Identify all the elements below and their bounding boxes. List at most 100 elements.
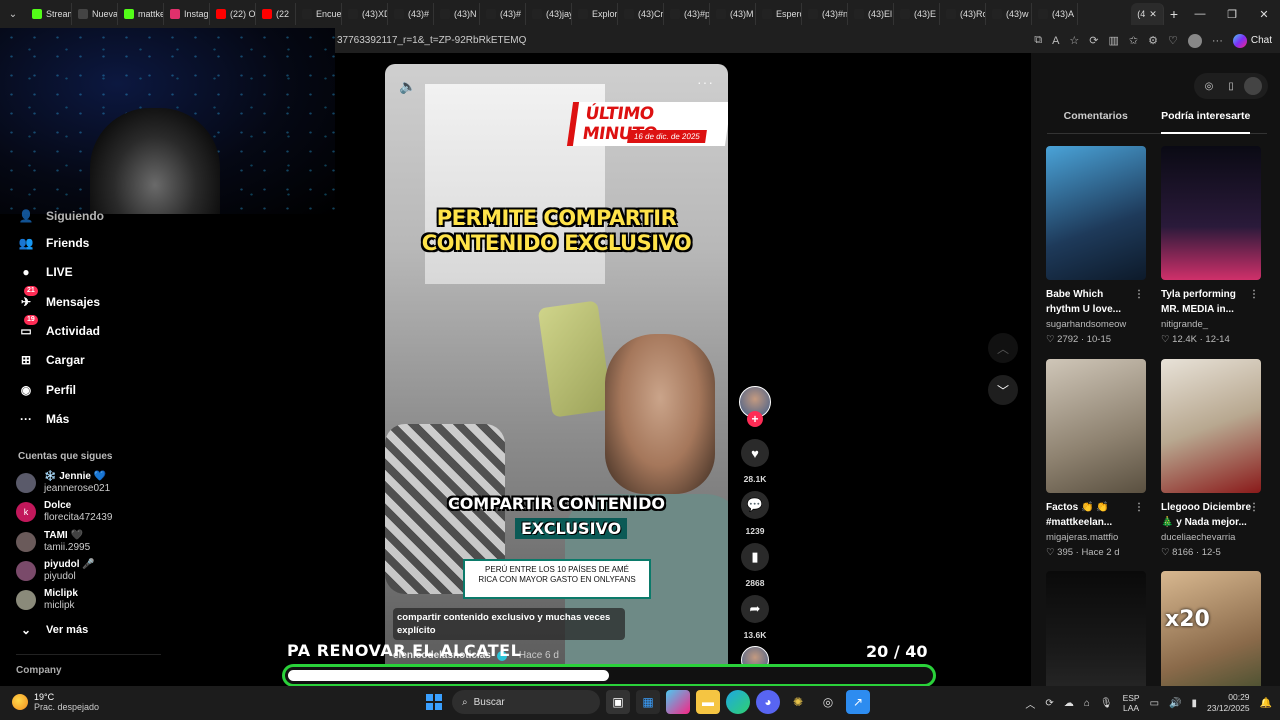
browser-tab[interactable]: (43)XD: [342, 3, 389, 25]
card-title[interactable]: Llegooo Diciembre 🎄 y Nada mejor... ⋮: [1161, 500, 1261, 530]
company-link[interactable]: Company: [16, 665, 62, 676]
copilot-app-icon[interactable]: [666, 690, 690, 714]
recommended-video-card[interactable]: Llegooo Diciembre 🎄 y Nada mejor... ⋮ duce…: [1161, 359, 1261, 558]
video-description[interactable]: compartir contenido exclusivo y muchas v…: [393, 608, 625, 640]
kebab-menu-icon[interactable]: ⋮: [1134, 500, 1144, 515]
browser-tab[interactable]: Encue: [296, 3, 343, 25]
sidebar-item-friends[interactable]: 👥 Friends: [18, 235, 90, 251]
sidebar-item-perfil[interactable]: ◉ Perfil: [18, 382, 76, 398]
battery-icon[interactable]: ▮: [1191, 698, 1197, 709]
show-hidden-icon[interactable]: ︿: [1025, 696, 1035, 711]
minimize-icon[interactable]: —: [1184, 0, 1216, 28]
maximize-icon[interactable]: ❐: [1216, 0, 1248, 28]
video-thumbnail[interactable]: [1046, 571, 1146, 705]
close-window-icon[interactable]: ✕: [1248, 0, 1280, 28]
recommended-video-card[interactable]: Tyla performing MR. MEDIA in... ⋮ nitigran…: [1161, 146, 1261, 345]
address-bar[interactable]: 37763392117_r=1&_t=ZP-92RbRkETEMQ ⧉ A ☆ …: [335, 28, 1280, 53]
new-tab-button[interactable]: +: [1164, 3, 1184, 25]
browser-tab[interactable]: (43)jay: [526, 3, 573, 25]
tab-comments[interactable]: Comentarios: [1064, 110, 1128, 133]
translate-icon[interactable]: A: [1052, 35, 1059, 47]
following-account[interactable]: TAMI 🖤 tamii.2995: [16, 530, 90, 554]
previous-video-button[interactable]: ︿: [988, 333, 1018, 363]
see-more-button[interactable]: ⌄ Ver más: [18, 622, 88, 638]
browser-tab[interactable]: Espero: [756, 3, 803, 25]
browser-tab[interactable]: (22) O: [210, 3, 256, 25]
browser-tab[interactable]: mattke: [118, 3, 164, 25]
video-thumbnail[interactable]: [1161, 359, 1261, 493]
recommended-video-card[interactable]: [1046, 571, 1146, 705]
app-icon-yellow[interactable]: ✺: [786, 690, 810, 714]
taskbar-search[interactable]: ⌕ Buscar: [452, 690, 600, 714]
browser-tab[interactable]: (43)Cr: [618, 3, 665, 25]
sync-icon[interactable]: ⟳: [1045, 698, 1053, 709]
kebab-menu-icon[interactable]: ⋮: [1249, 287, 1259, 302]
following-account[interactable]: piyudol 🎤 piyudol: [16, 559, 95, 583]
language-indicator[interactable]: ESP LAA: [1123, 693, 1140, 713]
browser-tab[interactable]: (43)#: [388, 3, 435, 25]
windows-start-icon[interactable]: [422, 690, 446, 714]
kebab-menu-icon[interactable]: ⋮: [1134, 287, 1144, 302]
profile-avatar[interactable]: [1187, 33, 1202, 48]
device-icon[interactable]: ▯: [1222, 77, 1240, 95]
card-author[interactable]: duceliaechevarria: [1161, 532, 1261, 543]
tab-recommended[interactable]: Podría interesarte: [1161, 110, 1251, 134]
cloud-icon[interactable]: ☁: [1064, 698, 1074, 709]
next-video-button[interactable]: ﹀: [988, 375, 1018, 405]
notifications-icon[interactable]: 🔔: [1260, 698, 1272, 709]
browser-essentials-icon[interactable]: ♡: [1168, 34, 1178, 47]
browser-tab[interactable]: (43)#: [480, 3, 527, 25]
card-author[interactable]: sugarhandsomeow: [1046, 319, 1146, 330]
sidebar-item-cargar[interactable]: ⊞ Cargar: [18, 352, 85, 368]
video-thumbnail[interactable]: [1046, 146, 1146, 280]
tab-active[interactable]: (4 ✕: [1131, 3, 1164, 25]
browser-tab[interactable]: Nueva: [72, 3, 118, 25]
volume-tray-icon[interactable]: 🔊: [1169, 698, 1181, 709]
display-icon[interactable]: ▭: [1150, 698, 1159, 709]
browser-tab[interactable]: (43)M: [710, 3, 757, 25]
url-text[interactable]: 37763392117_r=1&_t=ZP-92RbRkETEMQ: [335, 35, 1034, 46]
sidebar-item-ms[interactable]: ··· Más: [18, 411, 69, 427]
microphone-icon[interactable]: 🎙: [1100, 698, 1113, 709]
browser-tab[interactable]: Stream: [26, 3, 72, 25]
favorites-icon[interactable]: ✩: [1129, 34, 1138, 47]
sidebar-item-following[interactable]: 👤 Siguiendo: [18, 208, 104, 224]
close-tab-icon[interactable]: ✕: [1149, 9, 1157, 20]
refresh-icon[interactable]: ⟳: [1089, 34, 1098, 47]
share-button[interactable]: ➦: [741, 595, 769, 623]
video-player[interactable]: 🔈 ··· ÚLTIMO MINUTO 16 de dic. de 2025 P…: [385, 64, 728, 676]
clock[interactable]: 00:29 23/12/2025: [1207, 692, 1250, 714]
card-author[interactable]: nitigrande_: [1161, 319, 1261, 330]
app-icon-blue[interactable]: ↗: [846, 690, 870, 714]
install-app-icon[interactable]: ⧉: [1034, 34, 1042, 47]
following-account[interactable]: k Dolce florecita472439: [16, 500, 112, 524]
video-thumbnail[interactable]: [1161, 146, 1261, 280]
copilot-chat-button[interactable]: Chat: [1232, 33, 1272, 48]
discord-icon[interactable]: ◕: [756, 690, 780, 714]
settings-more-icon[interactable]: ···: [1212, 35, 1223, 47]
recommended-video-card[interactable]: Babe Which rhythm U love... ⋮ sugarhandsom…: [1046, 146, 1146, 345]
comment-button[interactable]: 💬: [741, 491, 769, 519]
tab-actions-icon[interactable]: ⌄: [0, 0, 26, 28]
sidebar-item-actividad[interactable]: ▭ 19 Actividad: [18, 314, 100, 339]
obs-icon[interactable]: ◎: [816, 690, 840, 714]
browser-tab[interactable]: Instagr: [164, 3, 210, 25]
browser-tab[interactable]: (43)w: [986, 3, 1033, 25]
browser-tab[interactable]: Explor: [572, 3, 619, 25]
task-view-icon[interactable]: ▣: [606, 690, 630, 714]
browser-tab[interactable]: (43)#p: [664, 3, 711, 25]
card-title[interactable]: Tyla performing MR. MEDIA in... ⋮: [1161, 287, 1261, 317]
sidebar-item-live[interactable]: ● LIVE: [18, 264, 72, 280]
split-screen-icon[interactable]: ▥: [1109, 34, 1119, 47]
browser-tab[interactable]: (43)Ro: [940, 3, 987, 25]
browser-tab[interactable]: (22: [256, 3, 297, 25]
recommended-video-card[interactable]: x20Preparando el guiso: [1161, 571, 1261, 705]
video-thumbnail[interactable]: x20Preparando el guiso: [1161, 571, 1261, 705]
browser-tab[interactable]: (43)El: [848, 3, 895, 25]
card-author[interactable]: migajeras.mattfio: [1046, 532, 1146, 543]
browser-tab[interactable]: (43)N: [434, 3, 481, 25]
like-button[interactable]: ♥: [741, 439, 769, 467]
user-avatar[interactable]: [1244, 77, 1262, 95]
following-account[interactable]: Miclipk miclipk: [16, 588, 78, 612]
favorite-icon[interactable]: ☆: [1069, 34, 1079, 47]
